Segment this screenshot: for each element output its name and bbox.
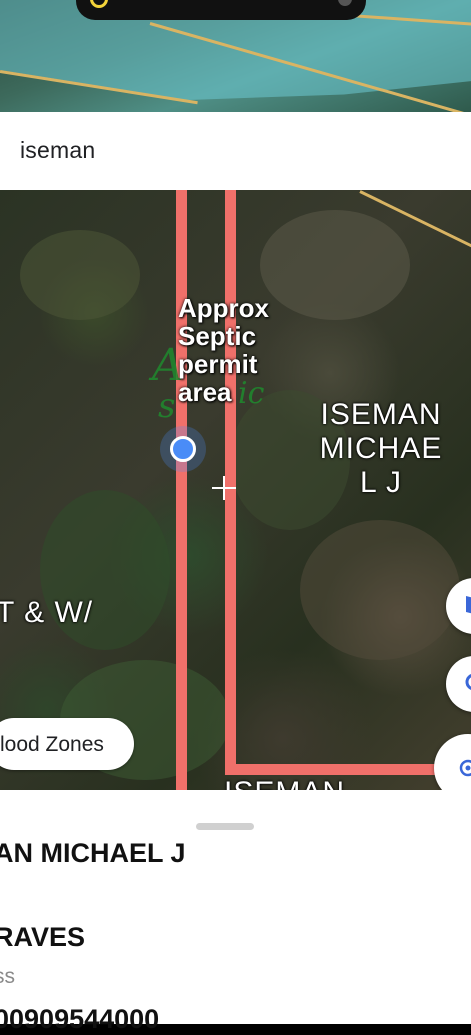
- sheet-drag-handle[interactable]: [196, 823, 254, 830]
- septic-label-line: permit: [178, 349, 258, 379]
- status-icon: [90, 0, 108, 8]
- search-query[interactable]: iseman: [20, 137, 95, 164]
- gps-icon: [459, 759, 471, 777]
- owner-label-line: MICHAE: [319, 432, 443, 465]
- flood-zones-label: lood Zones: [0, 733, 104, 756]
- owner-name: AN MICHAEL J: [0, 838, 186, 868]
- flood-zones-chip[interactable]: lood Zones: [0, 718, 134, 770]
- crosshair-icon: [212, 476, 236, 500]
- septic-area-label: Approx Septic permit area: [178, 294, 318, 406]
- owner-label-line: ISEMAN: [320, 398, 442, 431]
- tree-cover: [20, 230, 140, 320]
- status-pill: [76, 0, 366, 20]
- search-icon: [465, 674, 471, 690]
- search-area-button[interactable]: [446, 656, 471, 712]
- camera-icon: [338, 0, 352, 6]
- secondary-name: RAVES: [0, 922, 86, 952]
- top-map-area[interactable]: [0, 0, 471, 112]
- current-location-dot: [170, 436, 196, 462]
- parcel-details-sheet[interactable]: AN MICHAEL J RAVES ss 00909544000: [0, 790, 471, 1034]
- secondary-subtext: ss: [0, 965, 15, 988]
- partial-parcel-label: T & W/: [0, 596, 94, 629]
- septic-label-line: Septic: [178, 321, 257, 351]
- layers-icon: [466, 596, 471, 614]
- septic-label-line: area: [178, 377, 232, 407]
- handwritten-annotation: s: [158, 386, 176, 426]
- satellite-map[interactable]: A s ic Approx Septic permit area ISEMAN …: [0, 190, 471, 800]
- owner-parcel-label: ISEMAN MICHAE L J: [308, 398, 454, 500]
- owner-label-line: L J: [360, 466, 402, 499]
- parcel-number: 00909544000: [0, 1004, 160, 1034]
- parcel-boundary: [176, 190, 187, 800]
- search-bar[interactable]: iseman: [0, 112, 471, 190]
- tree-cover: [300, 520, 460, 660]
- septic-label-line: Approx: [178, 293, 269, 323]
